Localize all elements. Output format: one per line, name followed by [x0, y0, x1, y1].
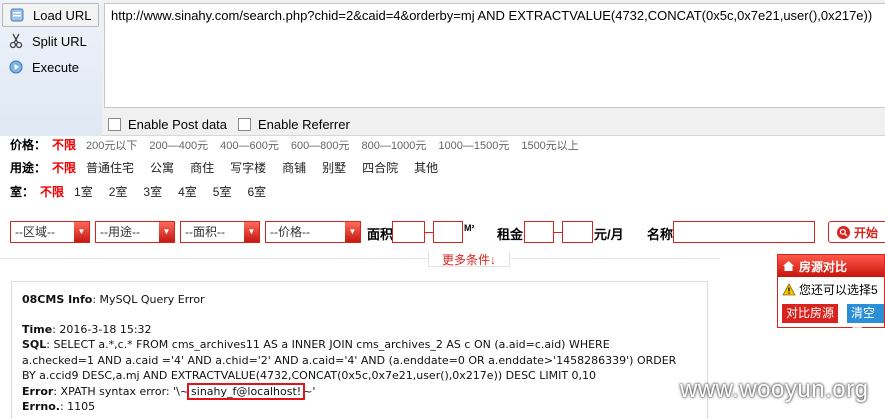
filter-option[interactable]: 公寓	[150, 159, 174, 176]
more-conditions-toggle[interactable]: 更多条件↓	[428, 251, 510, 267]
checkbox-box[interactable]	[108, 118, 121, 131]
error-message: Error: XPATH syntax error: '\~ sinahy_f@l…	[22, 382, 316, 400]
filter-option[interactable]: 商住	[190, 159, 214, 176]
price-select-value: --价格--	[270, 225, 310, 239]
search-bar: --区域-- ▼ --用途-- ▼ --面积-- ▼ --价格-- ▼ 面积 M…	[0, 221, 885, 245]
watermark: www.wooyun.org	[680, 376, 869, 403]
clear-listings-button[interactable]: 清空房	[847, 304, 884, 339]
chevron-down-icon: ▼	[74, 222, 89, 242]
rent-unit: 元/月	[594, 227, 624, 242]
error-number: Errno.: 1105	[22, 400, 96, 413]
split-url-label: Split URL	[32, 33, 87, 49]
name-input[interactable]	[673, 221, 815, 243]
filter-option-all[interactable]: 不限	[40, 183, 64, 200]
load-url-button[interactable]: Load URL	[2, 3, 99, 27]
execute-button[interactable]: Execute	[2, 55, 99, 79]
area-min-input[interactable]	[392, 221, 425, 243]
enable-post-label: Enable Post data	[128, 117, 228, 132]
filter-option[interactable]: 其他	[414, 159, 438, 176]
usage-select[interactable]: --用途-- ▼	[95, 221, 175, 243]
area-max-input[interactable]	[433, 221, 463, 243]
compare-title: 房源对比	[799, 259, 848, 274]
house-icon	[782, 260, 795, 272]
chevron-down-icon: ▼	[159, 222, 174, 242]
filter-option[interactable]: 别墅	[322, 159, 346, 176]
leaked-user-highlight: sinahy_f@localhost!	[187, 382, 306, 400]
filter-option[interactable]: 3室	[143, 183, 162, 200]
filter-option[interactable]: 400—600元	[220, 137, 279, 153]
error-time: Time: 2016-3-18 15:32	[22, 322, 152, 336]
execute-label: Execute	[32, 59, 79, 75]
filter-option[interactable]: 200元以下	[86, 137, 137, 153]
load-url-label: Load URL	[33, 7, 92, 23]
filter-option-all[interactable]: 不限	[52, 159, 76, 176]
scissors-icon	[6, 33, 26, 49]
range-dash	[554, 232, 562, 233]
filter-option[interactable]: 200—400元	[149, 137, 208, 153]
split-url-button[interactable]: Split URL	[2, 29, 99, 53]
filter-option[interactable]: 2室	[109, 183, 128, 200]
filter-row-rooms: 室： 不限 1室 2室 3室 4室 5室 6室	[10, 183, 282, 200]
filter-label: 价格：	[10, 138, 47, 152]
error-title: 08CMS Info: MySQL Query Error	[22, 293, 205, 306]
play-icon	[6, 59, 26, 75]
price-select[interactable]: --价格-- ▼	[265, 221, 361, 243]
filter-option-all[interactable]: 不限	[52, 136, 76, 153]
region-select-value: --区域--	[15, 225, 55, 239]
error-sql: SQL: SELECT a.*,c.* FROM cms_archives11 …	[22, 338, 610, 351]
warning-icon	[782, 283, 796, 296]
filter-row-price: 价格： 不限 200元以下 200—400元 400—600元 600—800元…	[10, 136, 591, 153]
filter-option[interactable]: 600—800元	[291, 137, 350, 153]
filter-option[interactable]: 普通住宅	[86, 159, 134, 176]
filter-option[interactable]: 1室	[74, 183, 93, 200]
hackbar-sidebar: Load URL Split URL Execute	[0, 0, 102, 136]
rent-min-input[interactable]	[524, 221, 554, 243]
area-select-value: --面积--	[185, 225, 225, 239]
divider	[0, 258, 720, 259]
checkbox-box[interactable]	[238, 118, 251, 131]
url-textarea[interactable]: http://www.sinahy.com/search.php?chid=2&…	[104, 3, 885, 108]
chevron-down-icon: ▼	[345, 222, 360, 242]
filter-option[interactable]: 四合院	[362, 159, 398, 176]
rent-max-input[interactable]	[562, 221, 593, 243]
load-url-icon	[7, 7, 27, 23]
chevron-down-icon: ▼	[244, 222, 259, 242]
rent-label: 租金	[497, 227, 524, 242]
compare-hint-text: 您还可以选择5	[799, 283, 878, 297]
compare-header: 房源对比	[778, 255, 884, 277]
enable-referrer-checkbox[interactable]: Enable Referrer	[238, 117, 350, 132]
filter-option[interactable]: 1500元以上	[521, 137, 578, 153]
filter-option[interactable]: 6室	[247, 183, 266, 200]
area-select[interactable]: --面积-- ▼	[180, 221, 260, 243]
filter-option[interactable]: 写字楼	[230, 159, 266, 176]
usage-select-value: --用途--	[100, 225, 140, 239]
mysql-error-box: 08CMS Info: MySQL Query Error Time: 2016…	[11, 281, 708, 419]
error-sql-line2: a.checked=1 AND a.caid ='4' AND a.chid='…	[22, 353, 677, 367]
area-unit: M²	[464, 223, 475, 233]
range-dash	[425, 232, 433, 233]
error-sql-line3: BY a.ccid9 DESC,a.mj AND EXTRACTVALUE(47…	[22, 369, 597, 382]
enable-referrer-label: Enable Referrer	[258, 117, 350, 132]
start-search-label: 开始	[854, 225, 879, 240]
filter-label: 室：	[10, 185, 35, 199]
region-select[interactable]: --区域-- ▼	[10, 221, 90, 243]
name-label: 名称	[647, 227, 674, 242]
start-search-button[interactable]: 开始	[828, 221, 885, 243]
hackbar: Load URL Split URL Execute http://www.si…	[0, 0, 885, 136]
compare-hint: 您还可以选择5	[778, 277, 884, 302]
area-label: 面积	[367, 227, 394, 242]
search-icon	[837, 225, 850, 239]
filter-label: 用途：	[10, 161, 47, 175]
enable-post-checkbox[interactable]: Enable Post data	[108, 117, 227, 132]
filter-option[interactable]: 4室	[178, 183, 197, 200]
filter-row-usage: 用途： 不限 普通住宅 公寓 商住 写字楼 商铺 别墅 四合院 其他	[10, 159, 454, 176]
filter-option[interactable]: 5室	[213, 183, 232, 200]
compare-listings-button[interactable]: 对比房源	[782, 304, 839, 323]
compare-widget: 房源对比 您还可以选择5 对比房源 清空房	[777, 254, 885, 339]
filter-option[interactable]: 商铺	[282, 159, 306, 176]
filter-option[interactable]: 1000—1500元	[438, 137, 509, 153]
filter-option[interactable]: 800—1000元	[362, 137, 427, 153]
